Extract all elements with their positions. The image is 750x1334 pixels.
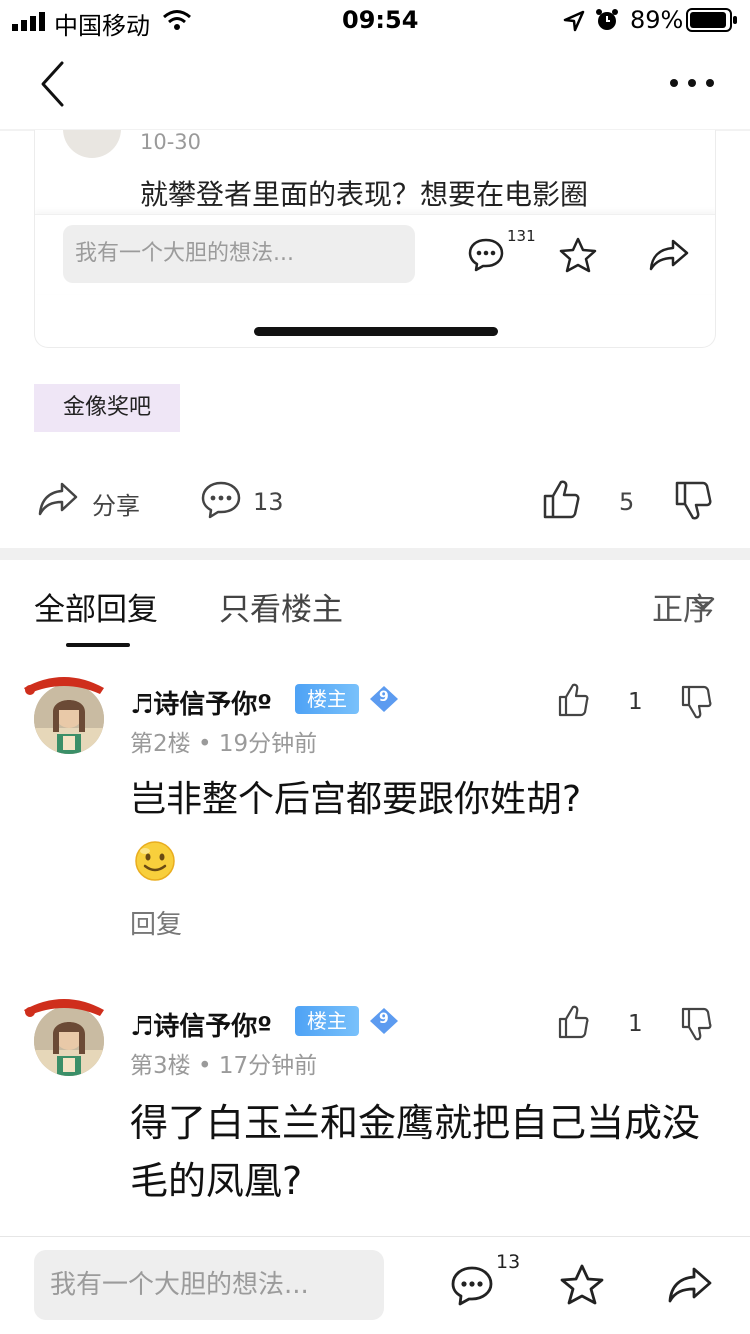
thumbs-up-icon[interactable] [557, 1004, 589, 1040]
reply-item: ♬诗信予你º 楼主 9 第2楼 • 19分钟前 1 岂非整个后宫都要跟你姓胡? … [0, 672, 750, 962]
bottom-comment-bar: 我有一个大胆的想法... 13 [0, 1236, 750, 1334]
card-snippet: 就攀登者里面的表现？想要在电影圈 [140, 178, 589, 211]
battery-percent: 89% [630, 6, 684, 34]
chevron-down-icon[interactable] [692, 596, 716, 612]
share-icon[interactable] [647, 237, 691, 273]
comment-count: 13 [253, 488, 284, 516]
thumbs-up-icon[interactable] [542, 478, 580, 520]
hat-badge-icon [24, 677, 104, 695]
share-icon[interactable] [36, 480, 80, 518]
reply-time: 19分钟前 [218, 731, 318, 757]
like-count: 1 [628, 689, 643, 715]
comment-icon[interactable] [450, 1265, 494, 1307]
active-tab-indicator [66, 643, 130, 647]
card-action-bar: 我有一个大胆的想法... 131 [35, 214, 715, 294]
comment-count-badge: 131 [507, 227, 536, 245]
tab-owner-only[interactable]: 只看楼主 [219, 584, 343, 629]
thumbs-down-icon[interactable] [680, 684, 712, 720]
thumbs-down-icon[interactable] [680, 1006, 712, 1042]
nav-bar [0, 40, 750, 130]
owner-badge: 楼主 [295, 1006, 359, 1036]
hat-badge-icon [24, 999, 104, 1017]
avatar [63, 130, 121, 158]
reply-time: 17分钟前 [218, 1053, 318, 1079]
card-date: 10-30 [140, 130, 202, 154]
smile-emoji-icon [135, 841, 175, 881]
comment-input[interactable]: 我有一个大胆的想法... [34, 1250, 384, 1320]
floor-number: 第2楼 [130, 731, 191, 757]
reply-meta: 第2楼 • 19分钟前 [130, 731, 318, 757]
comment-icon[interactable] [467, 237, 505, 273]
comment-icon[interactable] [200, 480, 242, 520]
clock: 09:54 [342, 6, 419, 34]
thumbs-up-icon[interactable] [557, 682, 589, 718]
forum-tag[interactable]: 金像奖吧 [34, 384, 180, 432]
like-count: 1 [628, 1011, 643, 1037]
share-icon[interactable] [666, 1265, 714, 1305]
card-comment-input[interactable]: 我有一个大胆的想法... [63, 225, 415, 283]
reply-tabs: 全部回复 只看楼主 正序 [0, 560, 750, 650]
more-icon[interactable] [668, 76, 716, 90]
wifi-icon [163, 10, 191, 30]
thumbs-down-icon[interactable] [674, 480, 712, 522]
star-icon[interactable] [558, 236, 598, 274]
floor-number: 第3楼 [130, 1053, 191, 1079]
alarm-icon [596, 9, 618, 30]
reply-meta: 第3楼 • 17分钟前 [130, 1053, 318, 1079]
share-label[interactable]: 分享 [92, 486, 140, 521]
username[interactable]: ♬诗信予你º [130, 684, 272, 721]
tab-all-replies[interactable]: 全部回复 [34, 584, 158, 629]
like-count: 5 [619, 488, 635, 516]
status-bar: 中国移动 09:54 89% [0, 0, 750, 40]
level-badge: 9 [368, 1006, 400, 1036]
signal-icon [12, 12, 45, 31]
location-icon [563, 10, 585, 32]
star-icon[interactable] [559, 1263, 605, 1307]
battery-icon [686, 8, 737, 32]
post-action-row: 分享 13 5 [0, 470, 750, 530]
reply-text: 得了白玉兰和金鹰就把自己当成没毛的凤凰? [130, 1101, 701, 1203]
section-separator [0, 548, 750, 560]
comment-count-badge: 13 [496, 1251, 521, 1273]
embedded-post-card[interactable]: 10-30 就攀登者里面的表现？想要在电影圈 我有一个大胆的想法... 131 [34, 130, 716, 348]
home-indicator [254, 327, 498, 336]
reply-link[interactable]: 回复 [130, 904, 182, 941]
back-icon[interactable] [38, 60, 68, 108]
reply-item: ♬诗信予你º 楼主 9 第3楼 • 17分钟前 1 得了白玉兰和金鹰就把自己当成… [0, 994, 750, 1234]
level-badge: 9 [368, 684, 400, 714]
username[interactable]: ♬诗信予你º [130, 1006, 272, 1043]
reply-text: 岂非整个后宫都要跟你姓胡? [130, 779, 582, 820]
owner-badge: 楼主 [295, 684, 359, 714]
carrier: 中国移动 [54, 12, 150, 40]
